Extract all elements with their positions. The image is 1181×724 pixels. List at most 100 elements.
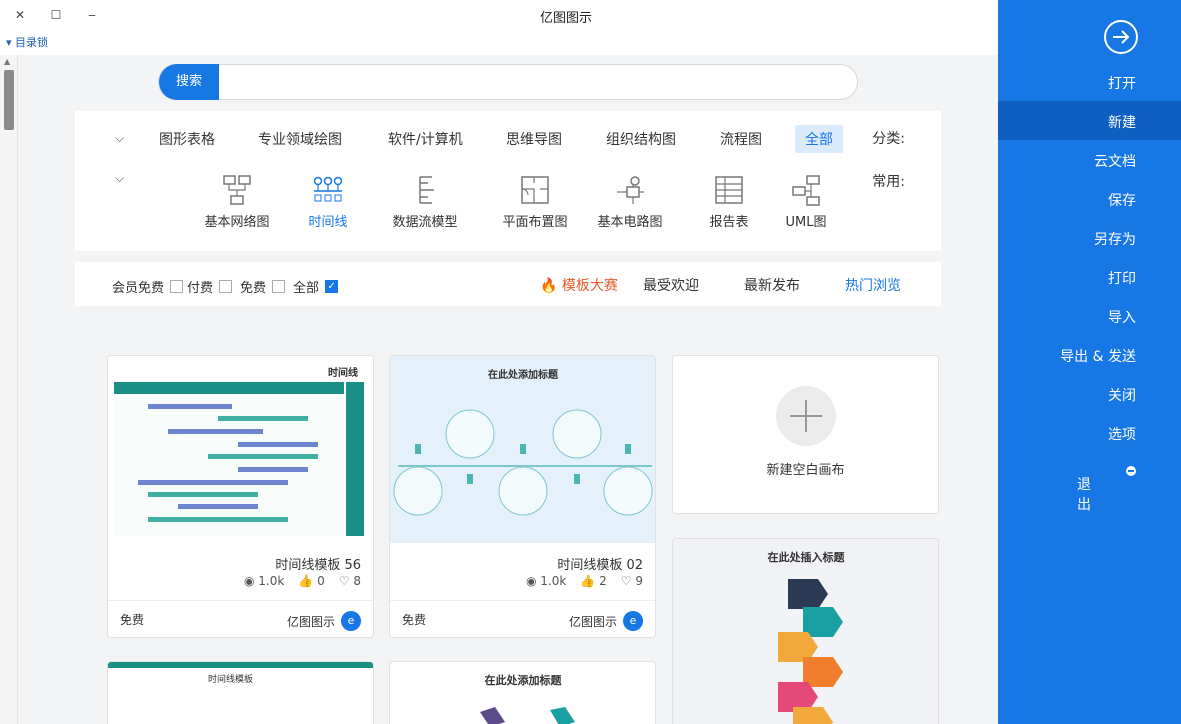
- network-icon: [220, 173, 254, 207]
- sort-popular[interactable]: 最受欢迎: [643, 275, 699, 295]
- checkbox-icon[interactable]: [219, 280, 233, 293]
- floorplan-icon: [518, 173, 552, 207]
- thumb-title: 在此处插入标题: [768, 550, 846, 564]
- new-blank-canvas-label: 新建空白画布: [766, 463, 845, 478]
- heart-icon: ♡: [620, 574, 632, 588]
- view-count: ◉ 1.0k: [243, 574, 285, 588]
- common-item-uml[interactable]: UML图: [761, 173, 851, 230]
- new-blank-canvas-card[interactable]: 新建空白画布: [672, 355, 939, 514]
- template-thumbnail: 时间线: [108, 356, 373, 543]
- common-item-timeline[interactable]: 时间线: [283, 173, 373, 230]
- checkbox-icon[interactable]: [272, 280, 286, 293]
- sort-latest[interactable]: 最新发布: [744, 275, 800, 295]
- heart-icon: ♡: [338, 574, 350, 588]
- category-item-org-chart[interactable]: 组织结构图: [596, 125, 686, 153]
- sidebar-item-export[interactable]: 导出 & 发送: [998, 335, 1181, 374]
- category-item-professional[interactable]: 专业领域绘图: [248, 125, 352, 153]
- exit-icon: [1126, 466, 1136, 476]
- sidebar-item-close[interactable]: 关闭: [998, 374, 1181, 413]
- title-bar: ✕ ☐ ‒ 亿图图示: [0, 0, 998, 30]
- template-price: 免费: [402, 613, 427, 627]
- category-item-graphics-table[interactable]: 图形表格: [149, 125, 225, 153]
- common-item-label: 时间线: [308, 215, 348, 230]
- template-thumbnail: 在此处插入标题: [768, 550, 846, 724]
- filter-free[interactable]: 免费: [240, 277, 286, 296]
- checkbox-icon[interactable]: [170, 280, 184, 293]
- common-item-dataflow[interactable]: 数据流模型: [380, 173, 470, 230]
- category-item-flowchart[interactable]: 流程图: [710, 125, 772, 153]
- report-icon: [712, 173, 746, 207]
- common-item-circuit[interactable]: 基本电路图: [585, 173, 675, 230]
- fire-icon: 🔥: [540, 278, 558, 294]
- filter-all[interactable]: 全部 ✓: [293, 277, 339, 296]
- template-card[interactable]: 时间线模板: [107, 661, 374, 724]
- sidebar-item-exit-label: 退出: [1077, 477, 1091, 513]
- brand-name: 亿图图示: [286, 614, 335, 629]
- sidebar-item-save-as[interactable]: 另存为: [998, 218, 1181, 257]
- uml-icon: [789, 173, 823, 207]
- sidebar-item-print[interactable]: 打印: [998, 257, 1181, 296]
- favorite-count[interactable]: ♡ 8: [339, 574, 361, 588]
- user-menu[interactable]: ▾ 目录锁: [6, 34, 48, 50]
- sidebar-item-save[interactable]: 保存: [998, 179, 1181, 218]
- edraw-logo-icon: e: [341, 611, 361, 631]
- sidebar-item-new[interactable]: 新建: [998, 101, 1181, 140]
- checkbox-checked-icon[interactable]: ✓: [325, 280, 339, 293]
- scrollbar-thumb[interactable]: [4, 70, 14, 130]
- filter-bar: 热门浏览 最新发布 最受欢迎 🔥 模板大赛 全部 ✓ 免费 付费 会员免费: [75, 262, 941, 306]
- search-button[interactable]: 搜索: [159, 64, 219, 100]
- category-item-all[interactable]: 全部: [795, 125, 843, 153]
- chevron-down-icon[interactable]: ⌵: [115, 131, 124, 146]
- common-item-network[interactable]: 基本网络图: [192, 173, 282, 230]
- sidebar-item-import[interactable]: 导入: [998, 296, 1181, 335]
- maximize-button[interactable]: ☐: [46, 6, 66, 24]
- common-item-label: 平面布置图: [502, 215, 568, 230]
- search-bar: 搜索: [158, 64, 858, 100]
- template-brand: 亿图图示 e: [569, 611, 643, 631]
- like-count[interactable]: 👍 2: [580, 574, 606, 588]
- template-name: 时间线模板 56: [275, 558, 361, 573]
- template-footer: 亿图图示 e 免费: [108, 600, 373, 637]
- common-item-label: 报告表: [709, 215, 749, 230]
- common-item-label: 基本电路图: [597, 215, 663, 230]
- eye-icon: ◉: [243, 574, 255, 588]
- category-item-mindmap[interactable]: 思维导图: [496, 125, 572, 153]
- favorite-count[interactable]: ♡ 9: [621, 574, 643, 588]
- filter-paid[interactable]: 付费: [187, 277, 233, 296]
- sidebar-item-cloud[interactable]: 云文档: [998, 140, 1181, 179]
- eye-icon: ◉: [525, 574, 537, 588]
- chevron-down-icon[interactable]: ⌵: [115, 171, 124, 186]
- sidebar-item-open[interactable]: 打开: [998, 62, 1181, 101]
- sort-hot[interactable]: 热门浏览: [845, 275, 901, 295]
- category-item-software[interactable]: 软件/计算机: [378, 125, 473, 153]
- thumb-title: 时间线: [328, 366, 358, 379]
- common-item-label: 数据流模型: [392, 215, 458, 230]
- edraw-logo-icon: e: [623, 611, 643, 631]
- scroll-up-arrow-icon[interactable]: ▲: [4, 57, 10, 66]
- common-item-floorplan[interactable]: 平面布置图: [490, 173, 580, 230]
- template-card[interactable]: 时间线 时间线模板 56 ◉ 1.0k 👍 0 ♡ 8 亿图图示 e 免费: [107, 355, 374, 638]
- category-label: 分类:: [872, 131, 905, 147]
- search-input[interactable]: [225, 69, 845, 95]
- common-label: 常用:: [872, 174, 905, 190]
- minimize-button[interactable]: ‒: [82, 6, 102, 24]
- sidebar-item-exit[interactable]: 退出: [998, 452, 1181, 513]
- template-card[interactable]: 在此处插入标题: [672, 538, 939, 724]
- filter-member-free[interactable]: 会员免费: [112, 277, 184, 296]
- template-card[interactable]: 在此处添加标题 时间线模板 02 ◉ 1.0k 👍 2 ♡ 9 亿图图示 e 免…: [389, 355, 656, 638]
- filter-paid-label: 付费: [187, 281, 214, 296]
- common-item-report[interactable]: 报告表: [684, 173, 774, 230]
- template-stats: ◉ 1.0k 👍 2 ♡ 9: [526, 574, 643, 588]
- template-card[interactable]: 在此处添加标题: [389, 661, 656, 724]
- circuit-icon: [613, 173, 647, 207]
- close-button[interactable]: ✕: [10, 6, 30, 24]
- scrollbar[interactable]: ▲: [0, 55, 18, 724]
- thumb-title: 在此处添加标题: [485, 673, 563, 687]
- main-content: 搜索 分类: 全部 流程图 组织结构图 思维导图 软件/计算机 专业领域绘图 图…: [18, 55, 998, 724]
- brand-name: 亿图图示: [568, 614, 617, 629]
- like-count[interactable]: 👍 0: [298, 574, 324, 588]
- template-stats: ◉ 1.0k 👍 0 ♡ 8: [244, 574, 361, 588]
- sidebar-item-options[interactable]: 选项: [998, 413, 1181, 452]
- sort-contest[interactable]: 🔥 模板大赛: [540, 275, 618, 295]
- back-button[interactable]: [1104, 20, 1138, 54]
